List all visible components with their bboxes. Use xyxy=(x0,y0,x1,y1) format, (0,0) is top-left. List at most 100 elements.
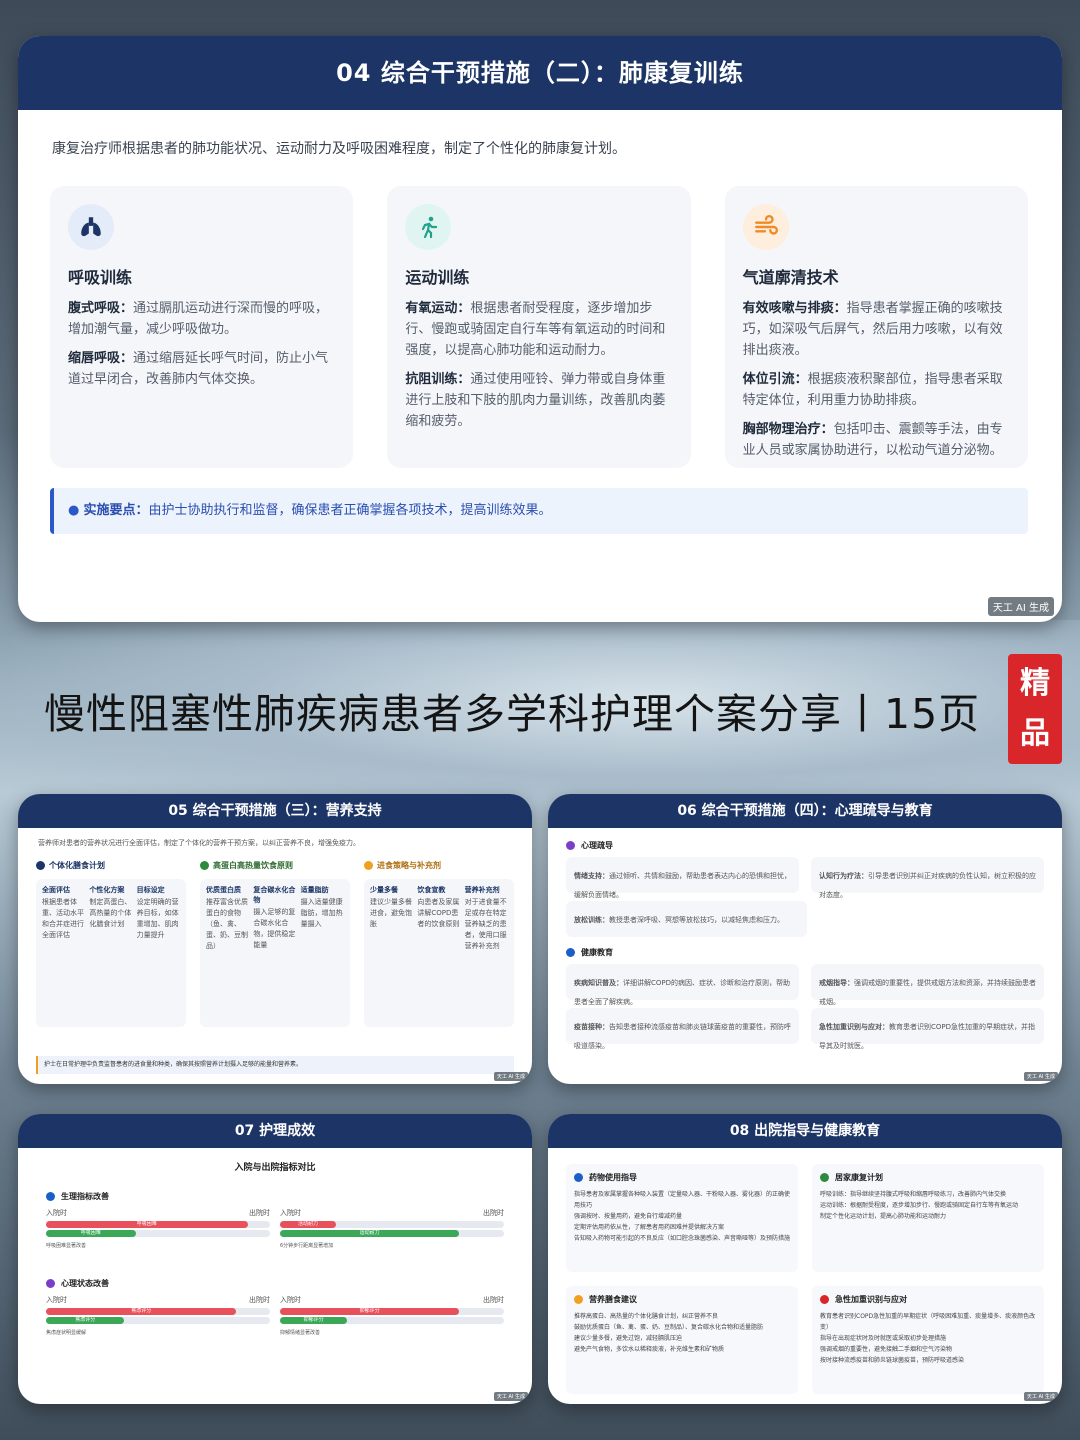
card-item: 腹式呼吸：通过膈肌运动进行深而慢的呼吸，增加潮气量，减少呼吸做功。 xyxy=(68,301,329,337)
block-item: 建议少量多餐，避免过饱，减轻膈肌压迫 xyxy=(574,1335,683,1342)
warning-icon xyxy=(820,1295,829,1304)
slide-06-title: 06 综合干预措施（四）：心理疏导与教育 xyxy=(548,794,1062,828)
guidance-block: 居家康复计划 呼吸训练：指导继续坚持腹式呼吸和缩唇呼吸练习，改善肺内气体交换 运动训… xyxy=(812,1164,1044,1272)
slide-07: 07 护理成效 入院与出院指标对比 生理指标改善 入院时 出院时 呼吸困难 呼吸困难 呼吸… xyxy=(18,1114,532,1404)
slide-04-intro: 康复治疗师根据患者的肺功能状况、运动耐力及呼吸困难程度，制定了个性化的肺康复计划… xyxy=(52,141,626,157)
discharge-label: 出院时 xyxy=(249,1209,270,1217)
watermark: 天工 AI 生成 xyxy=(1023,1072,1058,1081)
discharge-label: 出院时 xyxy=(483,1296,504,1304)
outcome-groups: 生理指标改善 入院时 出院时 呼吸困难 呼吸困难 呼吸困难显著改善 入院时 出院时 活动耐力 运动… xyxy=(18,1173,532,1339)
indicator-bar: 呼吸困难 xyxy=(46,1221,248,1228)
slide-05-title: 05 综合干预措施（三）：营养支持 xyxy=(18,794,532,828)
block-item: 鼓励优质蛋白（鱼、禽、蛋、奶、豆制品）、复合碳水化合物和适量脂肪 xyxy=(574,1324,764,1331)
clock-icon xyxy=(364,861,373,870)
guidance-blocks: 药物使用指导指导患者及家属掌握各种吸入装置（定量吸入器、干粉吸入器、雾化器）的正… xyxy=(566,1164,1044,1394)
card-item: 抗阻训练：通过使用哑铃、弹力带或自身体重进行上肢和下肢的肌肉力量训练，改善肌肉萎… xyxy=(405,372,666,429)
card-item: 缩唇呼吸：通过缩唇延长呼气时间，防止小气道过早闭合，改善肺内气体交换。 xyxy=(68,351,329,387)
item-name: 目标设定 xyxy=(136,886,165,894)
slide-04: 04 综合干预措施（二）：肺康复训练 康复治疗师根据患者的肺功能状况、运动耐力及… xyxy=(18,36,1062,622)
admission-label: 入院时 xyxy=(46,1209,67,1217)
card-title: 气道廓清技术 xyxy=(742,268,839,287)
slide-06: 06 综合干预措施（四）：心理疏导与教育 心理疏导 情绪支持：通过倾听、共情和鼓… xyxy=(548,794,1062,1084)
info-item: 认知行为疗法：引导患者识别并纠正对疾病的负性认知，树立积极的应对态度。 xyxy=(811,857,1044,899)
item-text: 设定明确的营养目标，如体重增加、肌肉力量提升 xyxy=(136,898,179,939)
premium-badge: 精 品 xyxy=(1008,654,1062,764)
item-text: 建议少量多餐进食，避免饱胀 xyxy=(370,898,412,928)
section-title: 健康教育 xyxy=(581,948,613,957)
admission-label: 入院时 xyxy=(280,1296,301,1304)
indicator-note: 抑郁情绪显著改善 xyxy=(280,1330,321,1336)
block-title: 药物使用指导 xyxy=(589,1173,637,1182)
slide-07-title: 07 护理成效 xyxy=(18,1114,532,1148)
apple-icon xyxy=(574,1295,583,1304)
block-item: 推荐高蛋白、高热量的个体化膳食计划，纠正营养不良 xyxy=(574,1313,719,1320)
indicator-compare: 入院时 出院时 活动耐力 运动耐力 6分钟步行距离显著增加 xyxy=(280,1208,504,1252)
badge-char: 精 xyxy=(1020,666,1050,701)
indicator-bar: 活动耐力 xyxy=(280,1221,336,1228)
slide-08-title: 08 出院指导与健康教育 xyxy=(548,1114,1062,1148)
slide-05-note: 护士在日常护理中负责监督患者的进食量和种类，确保其按照营养计划摄入足够的能量和营… xyxy=(36,1056,514,1074)
discharge-label: 出院时 xyxy=(249,1296,270,1304)
watermark: 天工 AI 生成 xyxy=(1023,1392,1058,1401)
card-item: 体位引流：根据痰液积聚部位，指导患者采取特定体位，利用重力协助排痰。 xyxy=(742,372,1003,408)
item-name: 个性化方案 xyxy=(89,886,125,894)
watermark: 天工 AI 生成 xyxy=(987,597,1054,616)
col-title: 进食策略与补充剂 xyxy=(377,861,441,870)
item-name: 优质蛋白质 xyxy=(206,886,241,894)
indicator-bar: 运动耐力 xyxy=(280,1230,460,1237)
indicator-note: 6分钟步行距离显著增加 xyxy=(280,1243,334,1249)
block-title: 营养膳食建议 xyxy=(589,1295,637,1304)
block-item: 呼吸训练：指导继续坚持腹式呼吸和缩唇呼吸练习，改善肺内气体交换 xyxy=(820,1191,1007,1198)
card-title: 运动训练 xyxy=(405,268,470,287)
pill-icon xyxy=(574,1173,583,1182)
block-item: 指导在出现症状时及时就医或采取初步处理措施 xyxy=(820,1335,947,1342)
section-title: 心理疏导 xyxy=(581,841,613,850)
nutrition-col: 高蛋白高热量饮食原则 优质蛋白质 推荐富含优质蛋白的食物（鱼、禽、蛋、奶、豆制品）… xyxy=(200,860,350,1027)
nutrition-columns: 个体化膳食计划 全面评估 根据患者体重、活动水平和合并症进行全面评估 个性化方案制… xyxy=(36,860,514,1027)
item-name: 营养补充剂 xyxy=(464,886,500,894)
item-name: 复合碳水化合物 xyxy=(253,886,296,904)
item-text: 对于进食量不足或存在特定营养缺乏的患者，使用口服营养补充剂 xyxy=(464,898,507,950)
info-item: 疫苗接种：告知患者接种流感疫苗和肺炎链球菌疫苗的重要性，预防呼吸道感染。 xyxy=(566,1008,799,1050)
block-title: 急性加重识别与应对 xyxy=(835,1295,907,1304)
discharge-label: 出院时 xyxy=(483,1209,504,1217)
item-name: 适量脂肪 xyxy=(300,886,329,894)
block-item: 制定个性化运动计划，提高心肺功能和运动耐力 xyxy=(820,1213,947,1220)
item-text: 摄入足够的复合碳水化合物，提供稳定能量 xyxy=(253,908,296,949)
card-airway: 气道廓清技术 有效咳嗽与排痰：指导患者掌握正确的咳嗽技巧，如深吸气后屏气，然后用… xyxy=(724,186,1028,468)
group-title: 生理指标改善 xyxy=(61,1192,109,1201)
indicator-note: 呼吸困难显著改善 xyxy=(46,1243,87,1249)
indicator-bar: 抑郁评分 xyxy=(280,1308,460,1315)
slide-08: 08 出院指导与健康教育 药物使用指导指导患者及家属掌握各种吸入装置（定量吸入器… xyxy=(548,1114,1062,1404)
indicator-bar: 呼吸困难 xyxy=(46,1230,136,1237)
block-item: 运动训练：根据耐受程度，逐步增加步行、慢跑或骑固定自行车等有氧运动 xyxy=(820,1202,1019,1209)
lungs-icon xyxy=(68,204,114,250)
indicator-compare: 入院时 出院时 呼吸困难 呼吸困难 呼吸困难显著改善 xyxy=(46,1208,270,1252)
education-icon xyxy=(566,948,575,957)
utensils-icon xyxy=(36,861,45,870)
outcome-group: 生理指标改善 入院时 出院时 呼吸困难 呼吸困难 呼吸困难显著改善 入院时 出院时 活动耐力 运动… xyxy=(46,1191,504,1252)
tip-label: 实施要点： xyxy=(83,503,149,518)
item-text: 制定高蛋白、高热量的个体化膳食计划 xyxy=(89,898,132,928)
watermark: 天工 AI 生成 xyxy=(493,1072,528,1081)
leaf-icon xyxy=(200,861,209,870)
indicator-compare: 入院时 出院时 焦虑评分 焦虑评分 焦虑症状明显缓解 xyxy=(46,1295,270,1339)
tip-text: 由护士协助执行和监督，确保患者正确掌握各项技术，提高训练效果。 xyxy=(148,503,552,518)
card-item: 有效咳嗽与排痰：指导患者掌握正确的咳嗽技巧，如深吸气后屏气，然后用力咳嗽，以有效… xyxy=(742,301,1003,358)
card-exercise: 运动训练 有氧运动：根据患者耐受程度，逐步增加步行、慢跑或骑固定自行车等有氧运动… xyxy=(387,186,691,468)
card-item: 胸部物理治疗：包括叩击、震颤等手法，由专业人员或家属协助进行，以松动气道分泌物。 xyxy=(742,422,1003,458)
tip-box: ● 实施要点：由护士协助执行和监督，确保患者正确掌握各项技术，提高训练效果。 xyxy=(50,488,1028,534)
indicator-note: 焦虑症状明显缓解 xyxy=(46,1330,87,1336)
badge-char: 品 xyxy=(1020,716,1050,751)
col-title: 高蛋白高热量饮食原则 xyxy=(213,861,293,870)
info-item: 戒烟指导：强调戒烟的重要性，提供戒烟方法和资源，并持续鼓励患者戒烟。 xyxy=(811,964,1044,1006)
nutrition-col: 进食策略与补充剂 少量多餐 建议少量多餐进食，避免饱胀 饮食宣教 向患者及家属讲解C… xyxy=(364,860,514,1027)
card-breathing: 呼吸训练 腹式呼吸：通过膈肌运动进行深而慢的呼吸，增加潮气量，减少呼吸做功。 缩… xyxy=(50,186,354,468)
item-text: 摄入适量健康脂肪，增加热量摄入 xyxy=(300,898,343,928)
block-item: 按时接种流感疫苗和肺炎链球菌疫苗，预防呼吸道感染 xyxy=(820,1357,965,1364)
lightbulb-icon: ● xyxy=(68,503,80,518)
block-item: 教育患者识别COPD急性加重的早期症状（呼吸困难加重、痰量增多、痰液颜色改变） xyxy=(820,1313,1036,1331)
block-item: 指导患者及家属掌握各种吸入装置（定量吸入器、干粉吸入器、雾化器）的正确使用技巧 xyxy=(574,1191,791,1209)
block-item: 避免产气食物，多饮水以稀释痰液，补充维生素和矿物质 xyxy=(574,1346,725,1353)
guidance-block: 营养膳食建议推荐高蛋白、高热量的个体化膳食计划，纠正营养不良鼓励优质蛋白（鱼、禽… xyxy=(566,1286,798,1394)
